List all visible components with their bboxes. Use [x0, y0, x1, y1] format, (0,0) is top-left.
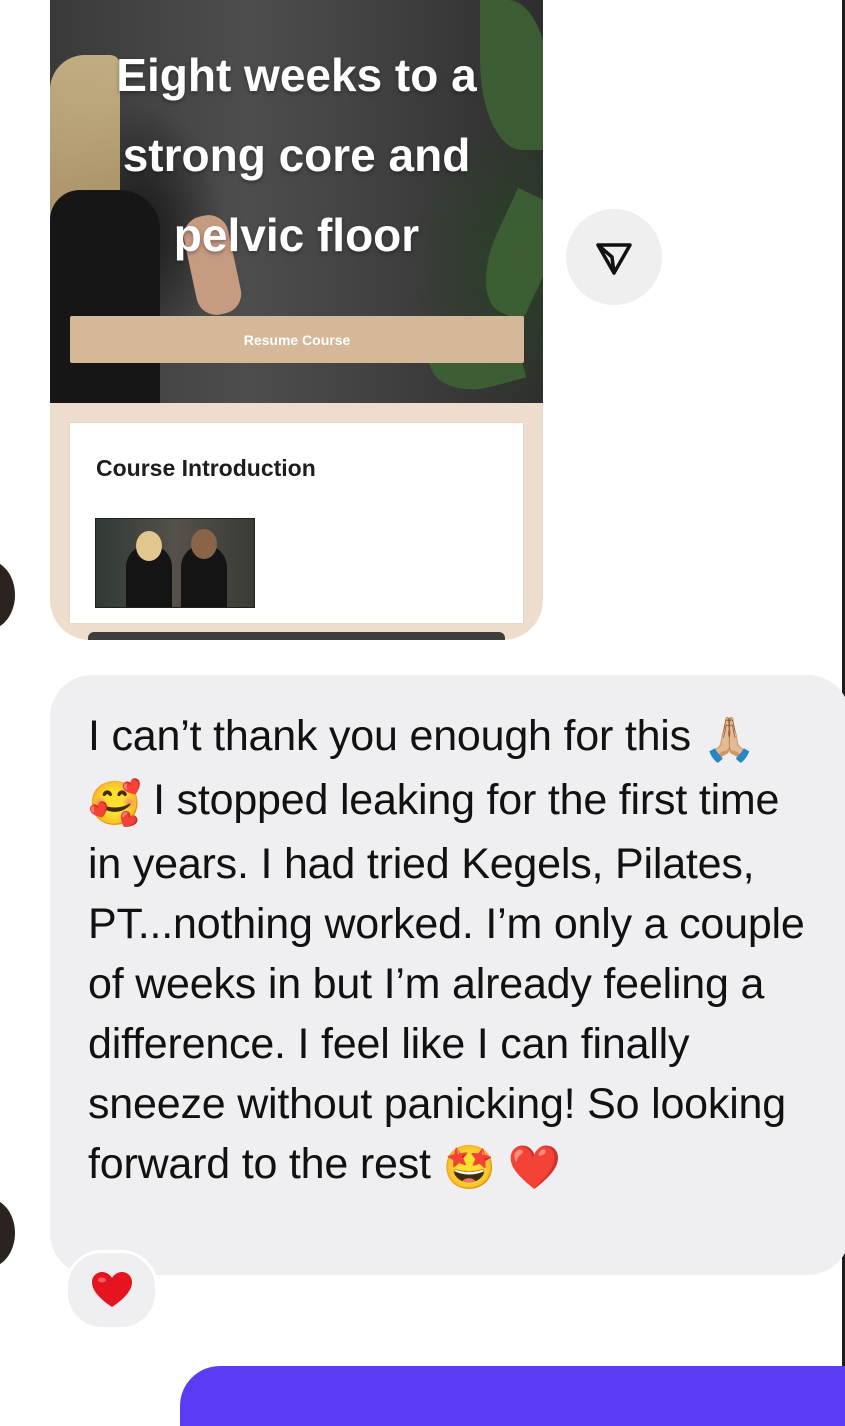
thumbnail-head	[136, 531, 162, 561]
share-button[interactable]	[566, 209, 662, 305]
message-text-part: I can’t thank you enough for this	[88, 712, 703, 760]
course-title-line: pelvic floor	[173, 209, 420, 261]
sender-avatar[interactable]	[0, 1198, 15, 1268]
message-text: I can’t thank you enough for this 🙏🏼 🥰 I…	[88, 706, 818, 1198]
thumbnail-head	[191, 529, 217, 559]
message-bubble[interactable]: I can’t thank you enough for this 🙏🏼 🥰 I…	[50, 675, 845, 1275]
card-bottom-bar	[88, 632, 505, 640]
red-heart-icon	[91, 1272, 132, 1307]
composer-bar[interactable]	[180, 1366, 845, 1426]
message-text-part: I stopped leaking for the first time in …	[88, 776, 805, 1188]
shared-course-card[interactable]: Eight weeks to a strong core and pelvic …	[50, 0, 543, 640]
sender-avatar[interactable]	[0, 560, 15, 630]
praying-hands-emoji: 🙏🏼	[702, 716, 757, 764]
heart-reaction[interactable]	[65, 1250, 158, 1330]
smiling-hearts-emoji: 🥰	[88, 780, 142, 828]
course-hero-image: Eight weeks to a strong core and pelvic …	[50, 0, 543, 403]
course-title: Eight weeks to a strong core and pelvic …	[50, 35, 543, 275]
resume-course-button[interactable]: Resume Course	[70, 316, 524, 363]
course-title-line: strong core and	[122, 129, 471, 181]
star-struck-emoji: 🤩	[442, 1144, 497, 1192]
section-title: Course Introduction	[96, 455, 316, 481]
video-thumbnail[interactable]	[95, 518, 255, 608]
course-title-line: Eight weeks to a	[116, 49, 477, 101]
paper-plane-icon	[596, 243, 632, 275]
course-section-card[interactable]: Course Introduction	[70, 423, 523, 623]
red-heart-emoji: ❤️	[507, 1144, 562, 1192]
